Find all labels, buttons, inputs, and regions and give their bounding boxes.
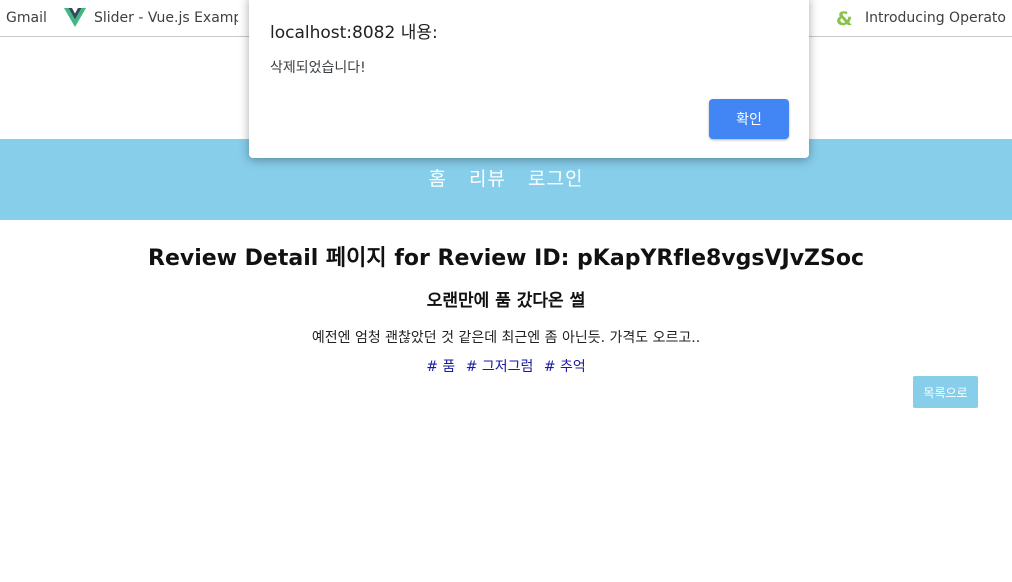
bookmark-introducing-operators[interactable]: & Introducing Operato (835, 0, 1012, 36)
vue-icon (64, 8, 86, 28)
back-to-list-button[interactable]: 목록으로 (913, 376, 978, 408)
review-title: 오랜만에 품 갔다온 썰 (426, 291, 586, 311)
bookmark-label: Gmail (6, 10, 47, 26)
dialog-origin: localhost:8082 내용: (270, 23, 438, 43)
alert-dialog: localhost:8082 내용: 삭제되었습니다! 확인 (249, 0, 809, 158)
tag-item[interactable]: # 추억 (544, 359, 586, 375)
review-body: 예전엔 엄청 괜찮았던 것 같은데 최근엔 좀 아닌듯. 가격도 오르고.. (311, 330, 701, 346)
bookmark-label: Slider - Vue.js Examp (94, 10, 238, 26)
dialog-message: 삭제되었습니다! (270, 60, 366, 76)
tag-list: # 품 # 그저그럼 # 추억 (0, 356, 1012, 376)
nav-reviews-link[interactable]: 리뷰 (469, 164, 506, 191)
bookmark-gmail[interactable]: Gmail (6, 0, 56, 36)
dialog-ok-button[interactable]: 확인 (709, 99, 789, 139)
page-title: Review Detail 페이지 for Review ID: pKapYRf… (148, 246, 864, 271)
bookmark-vue-slider[interactable]: Slider - Vue.js Examp (64, 0, 238, 36)
tag-item[interactable]: # 그저그럼 (466, 359, 534, 375)
nav-login-link[interactable]: 로그인 (528, 164, 583, 191)
svg-text:&: & (836, 8, 853, 28)
tag-item[interactable]: # 품 (426, 359, 455, 375)
ampersand-icon: & (835, 8, 857, 28)
nav-home-link[interactable]: 홈 (429, 164, 447, 191)
bookmark-label: Introducing Operato (865, 10, 1006, 26)
